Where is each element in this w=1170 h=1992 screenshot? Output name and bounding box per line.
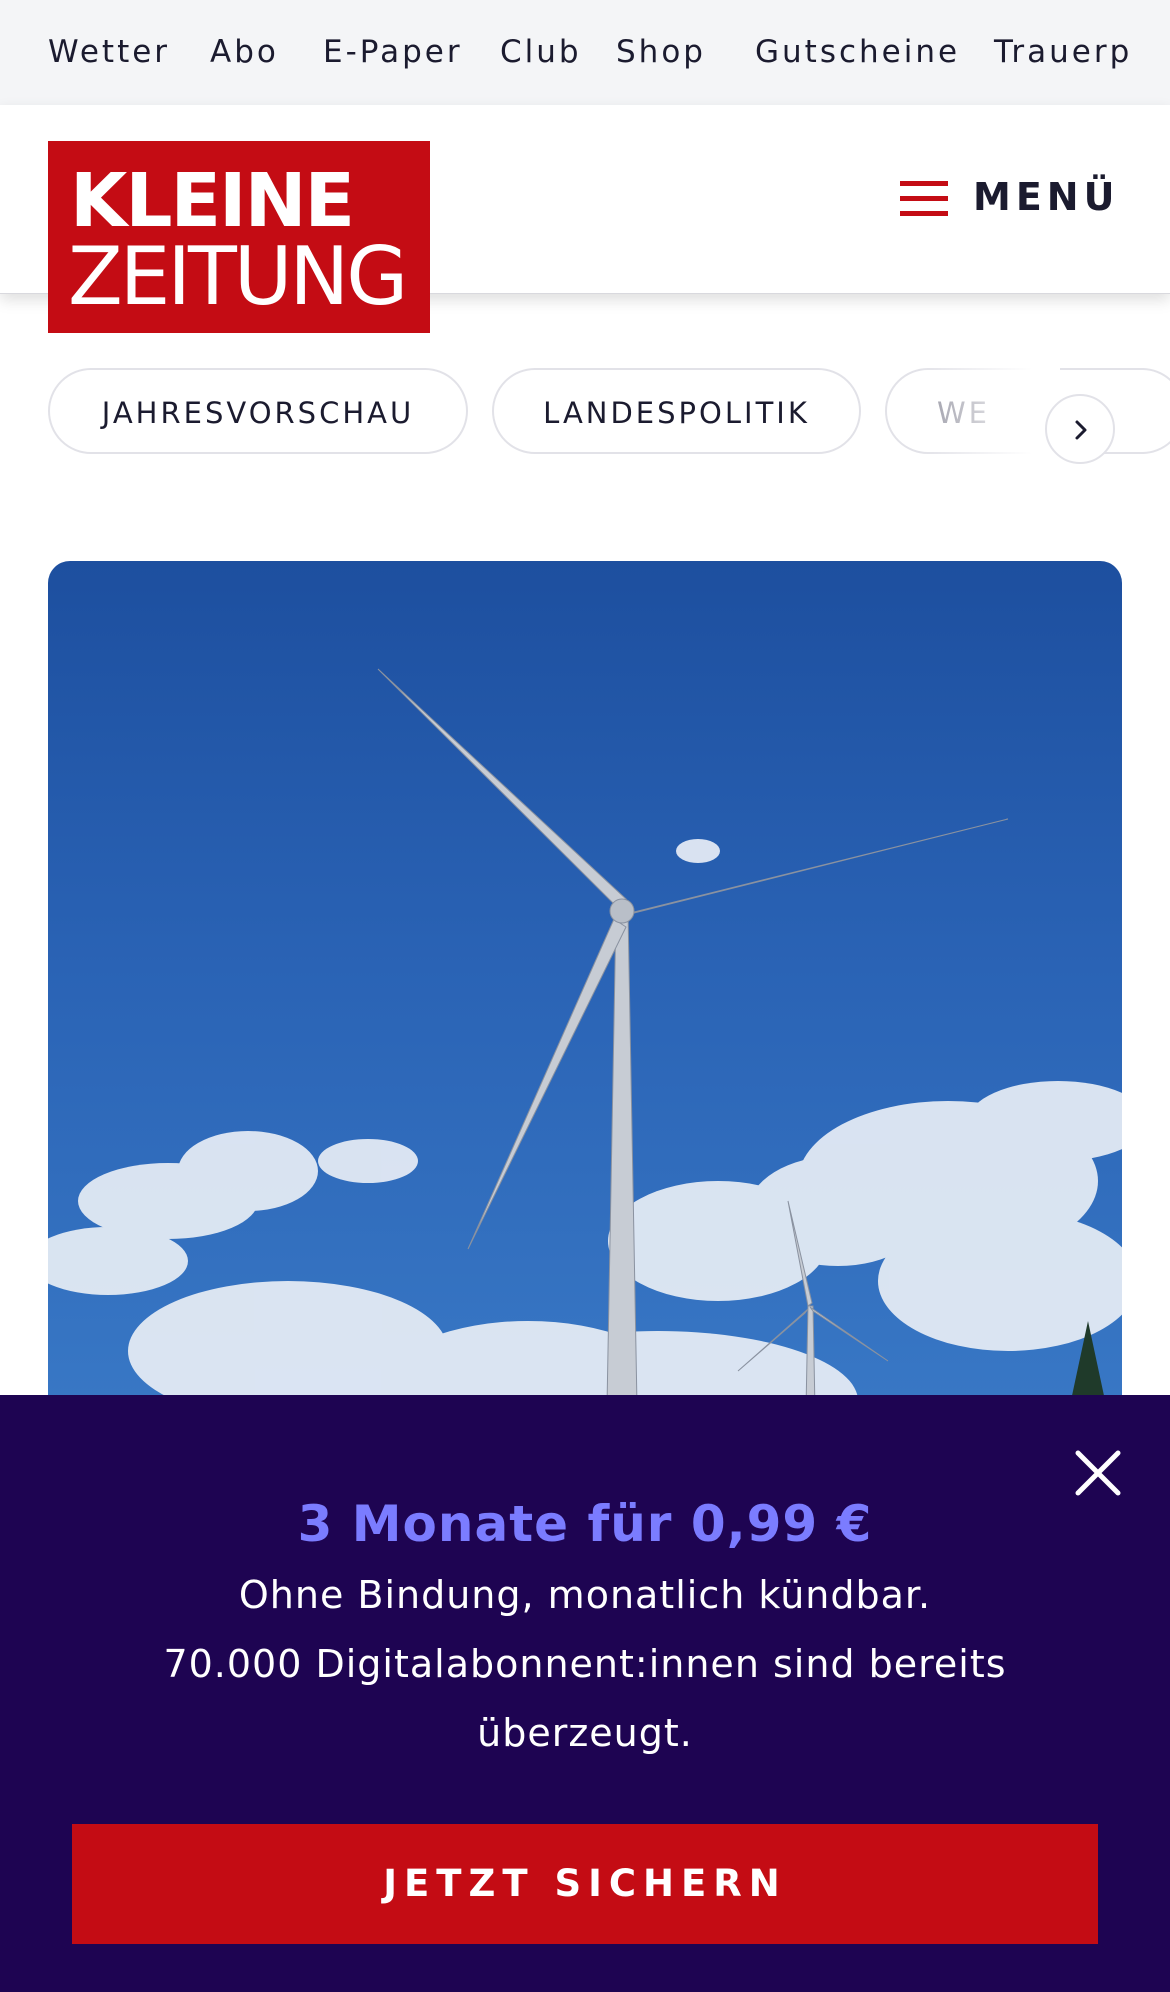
logo-text-zeitung: ZEITUNG xyxy=(68,230,408,323)
topnav-link-epaper[interactable]: E-Paper xyxy=(323,0,463,105)
hamburger-icon xyxy=(900,181,948,217)
topnav-link-trauerportal[interactable]: Trauerp xyxy=(994,0,1132,105)
hero-image[interactable] xyxy=(48,561,1122,1461)
topnav-link-wetter[interactable]: Wetter xyxy=(48,0,170,105)
offer-text-line2: 70.000 Digitalabonnent:innen sind bereit… xyxy=(163,1642,1007,1686)
offer-title: 3 Monate für 0,99 € xyxy=(297,1495,873,1553)
offer-text-line3: überzeugt. xyxy=(477,1711,693,1755)
chips-fade xyxy=(920,368,1060,458)
offer-text-line1: Ohne Bindung, monatlich kündbar. xyxy=(238,1573,932,1617)
chips-next-button[interactable] xyxy=(1045,394,1115,464)
wind-turbines-photo xyxy=(48,668,1122,1461)
chip-jahresvorschau[interactable]: JAHRESVORSCHAU xyxy=(48,368,468,454)
close-icon xyxy=(1075,1450,1121,1496)
jetzt-sichern-button[interactable]: JETZT SICHERN xyxy=(72,1824,1098,1944)
menu-button[interactable]: MENÜ xyxy=(900,161,1114,241)
site-logo[interactable]: KLEINE ZEITUNG xyxy=(48,141,430,333)
top-utility-nav: Wetter Abo E-Paper Club Shop Gutscheine … xyxy=(0,0,1170,105)
chevron-right-icon xyxy=(1075,420,1087,440)
close-offer-button[interactable] xyxy=(1070,1445,1126,1501)
topnav-link-gutscheine[interactable]: Gutscheine xyxy=(755,0,960,105)
chip-landespolitik[interactable]: LANDESPOLITIK xyxy=(492,368,861,454)
topnav-link-abo[interactable]: Abo xyxy=(210,0,279,105)
menu-label: MENÜ xyxy=(973,175,1120,219)
topic-chips: JAHRESVORSCHAU LANDESPOLITIK WE xyxy=(0,368,1170,458)
subscription-offer-banner: 3 Monate für 0,99 € Ohne Bindung, monatl… xyxy=(0,1395,1170,1992)
logo-text-kleine: KLEINE xyxy=(70,158,355,244)
topnav-link-club[interactable]: Club xyxy=(500,0,582,105)
topnav-link-shop[interactable]: Shop xyxy=(616,0,706,105)
